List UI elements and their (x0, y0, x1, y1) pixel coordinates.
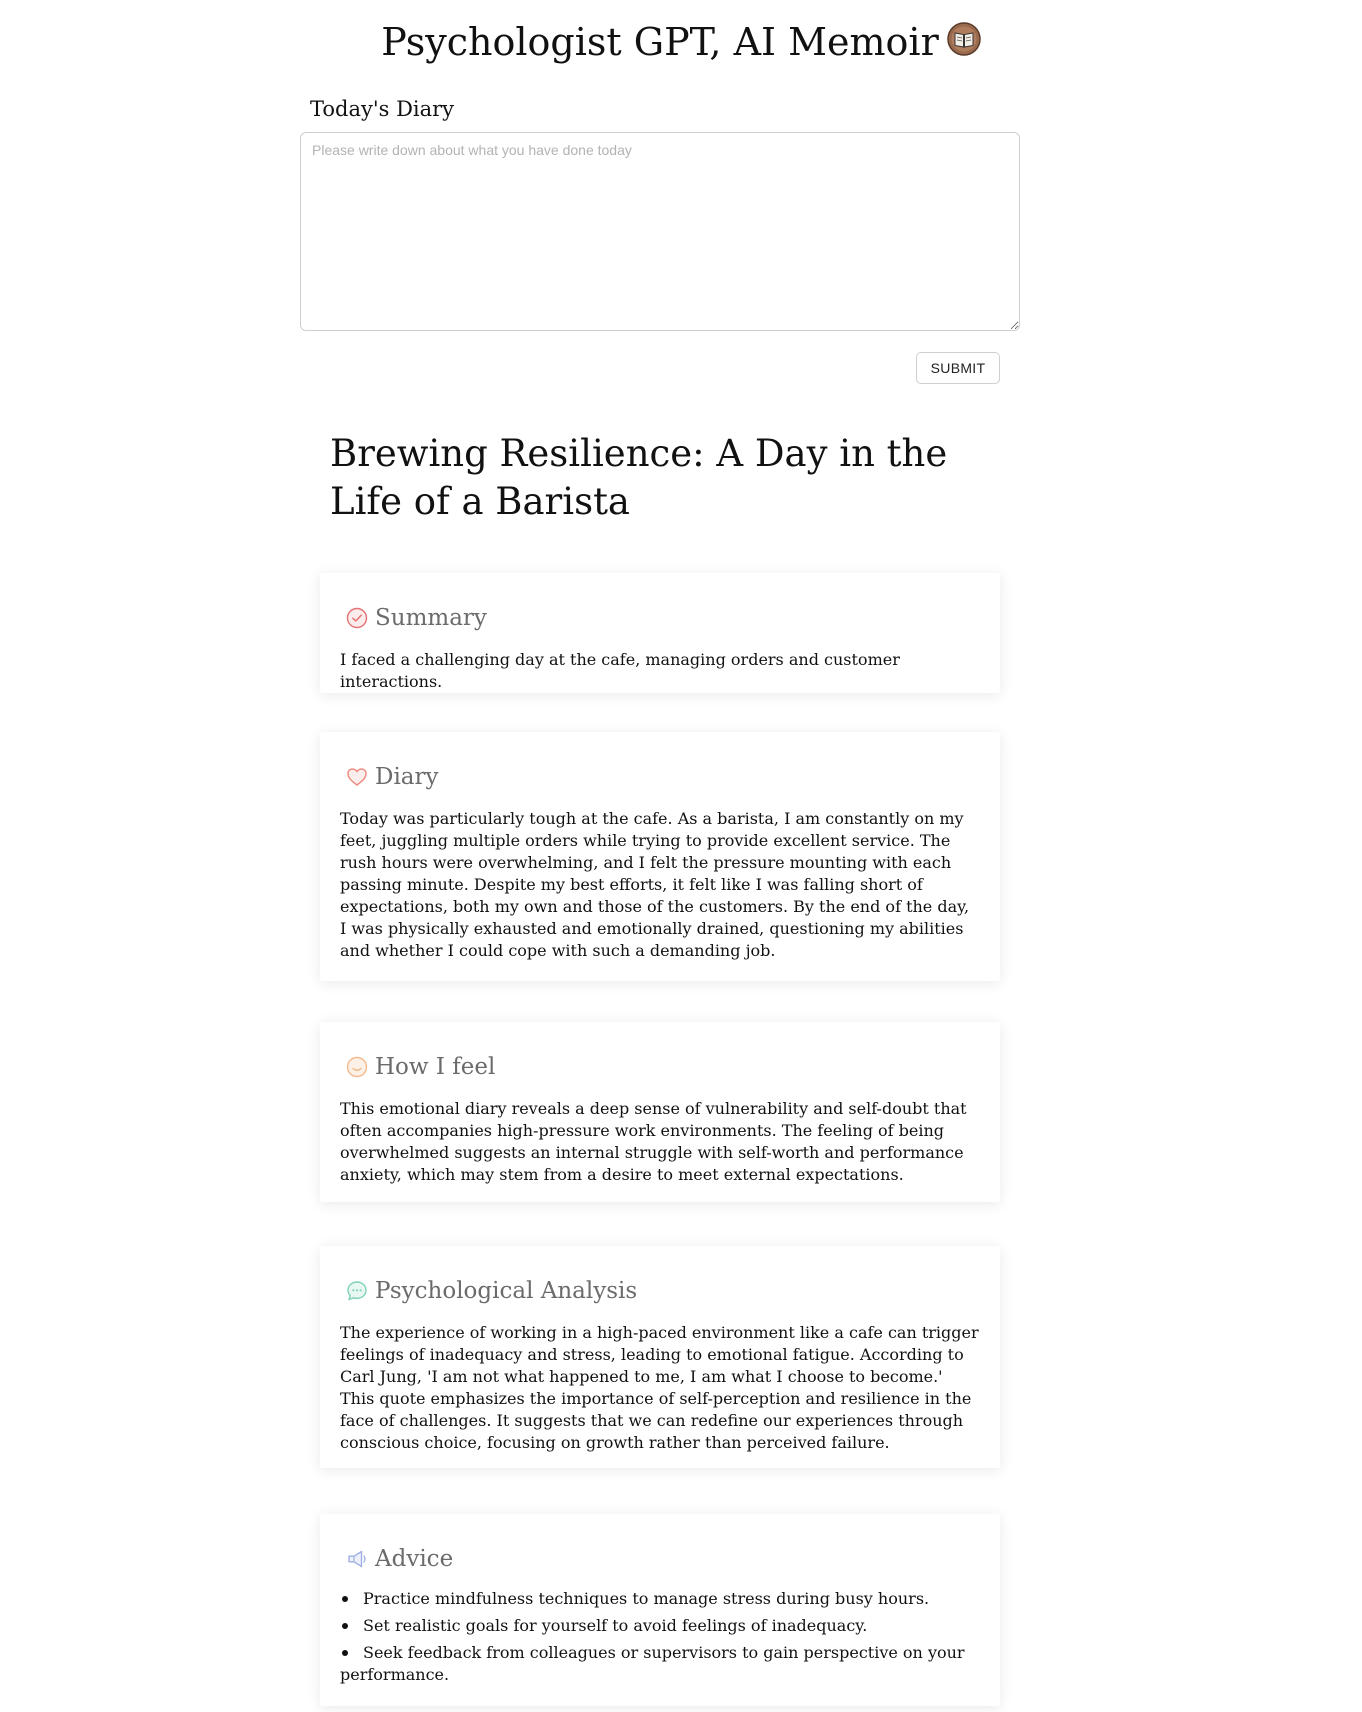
page-title: Psychologist GPT, AI Memoir (0, 14, 1362, 70)
summary-header: Summary (346, 601, 487, 635)
psychological-analysis-card: Psychological Analysis The experience of… (320, 1246, 1000, 1468)
how-i-feel-title: How I feel (375, 1054, 496, 1080)
heart-icon (347, 768, 367, 786)
result-title: Brewing Resilience: A Day in the Life of… (330, 432, 948, 523)
advice-list: Practice mindfulness techniques to manag… (340, 1588, 980, 1691)
how-i-feel-text: This emotional diary reveals a deep sens… (340, 1099, 967, 1184)
psychological-analysis-header: Psychological Analysis (346, 1274, 637, 1308)
diary-text: Today was particularly tough at the cafe… (340, 809, 970, 960)
check-circle-icon (346, 607, 368, 629)
summary-text: I faced a challenging day at the cafe, m… (340, 650, 900, 691)
summary-title: Summary (375, 605, 487, 631)
how-i-feel-header: How I feel (346, 1050, 495, 1084)
advice-card: Advice Practice mindfulness techniques t… (320, 1514, 1000, 1706)
advice-title: Advice (375, 1546, 454, 1572)
psychological-analysis-text: The experience of working in a high-pace… (340, 1323, 979, 1452)
diary-label: Today's Diary (310, 97, 455, 121)
diary-card: Diary Today was particularly tough at th… (320, 732, 1000, 981)
psychological-analysis-title: Psychological Analysis (375, 1278, 638, 1304)
diary-input[interactable] (300, 132, 1020, 331)
book-emoji-icon (947, 22, 981, 56)
how-i-feel-card: How I feel This emotional diary reveals … (320, 1022, 1000, 1202)
diary-header: Diary (346, 760, 439, 794)
diary-title: Diary (375, 764, 439, 790)
page-title-text: Psychologist GPT, AI Memoir (381, 20, 939, 64)
chat-bubble-icon (347, 1281, 367, 1301)
advice-item: Practice mindfulness techniques to manag… (340, 1588, 980, 1610)
summary-card: Summary I faced a challenging day at the… (320, 573, 1000, 693)
advice-item: Set realistic goals for yourself to avoi… (340, 1615, 980, 1637)
advice-item: Seek feedback from colleagues or supervi… (340, 1642, 980, 1686)
advice-header: Advice (346, 1542, 453, 1576)
submit-button[interactable]: SUBMIT (916, 352, 1000, 384)
smile-face-icon (346, 1056, 368, 1078)
megaphone-icon (348, 1550, 366, 1568)
